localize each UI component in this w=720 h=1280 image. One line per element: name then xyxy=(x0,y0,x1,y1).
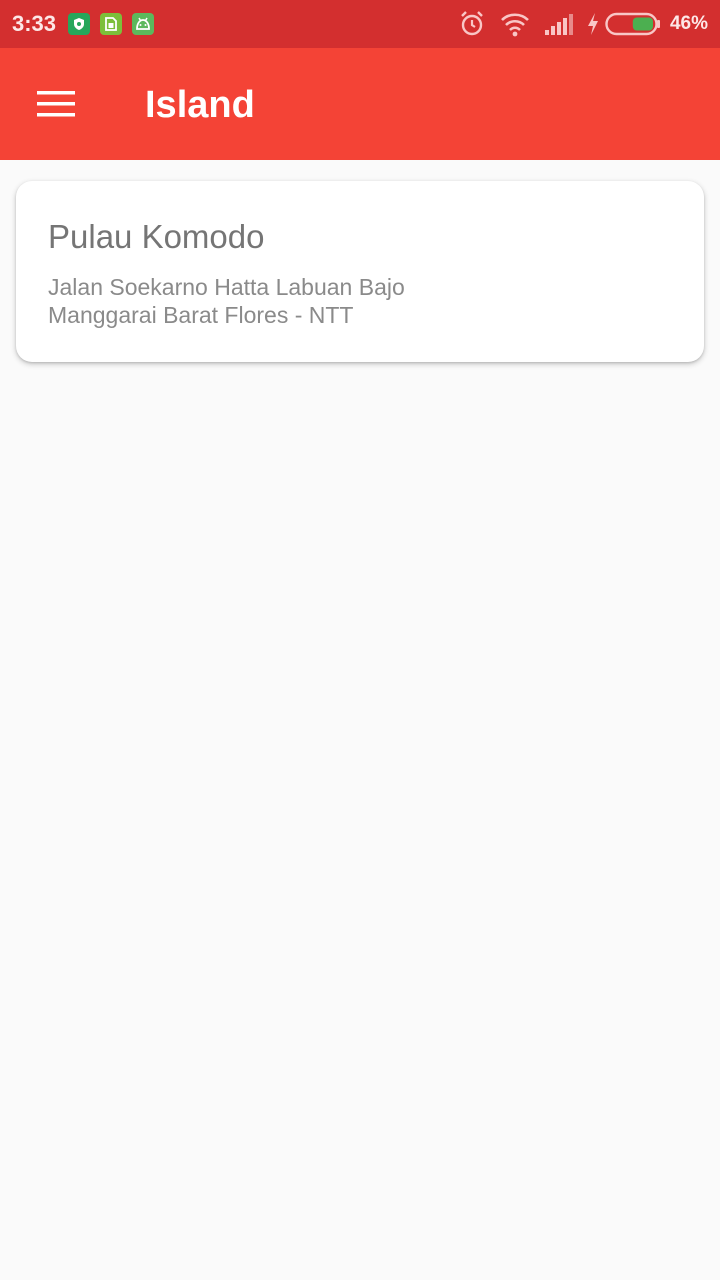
battery-icon xyxy=(605,12,661,41)
charging-icon xyxy=(586,10,600,43)
app-bar: Island xyxy=(0,48,720,160)
battery-percent: 46% xyxy=(669,13,708,34)
shield-app-icon xyxy=(68,13,90,35)
island-name: Pulau Komodo xyxy=(48,218,265,255)
status-bar: 3:33 46% xyxy=(0,0,720,48)
menu-button[interactable] xyxy=(20,68,92,140)
island-card[interactable]: Pulau Komodo Jalan Soekarno Hatta Labuan… xyxy=(16,181,704,362)
alarm-icon xyxy=(458,10,486,43)
android-icon xyxy=(132,13,154,35)
island-address-line-2: Manggarai Barat Flores - NTT xyxy=(48,302,354,328)
page-title: Island xyxy=(145,84,255,126)
hamburger-menu-icon xyxy=(37,91,75,117)
wifi-icon xyxy=(500,10,530,43)
sim-card-icon xyxy=(100,13,122,35)
status-time: 3:33 xyxy=(12,11,57,36)
signal-icon xyxy=(543,10,575,43)
island-address-line-1: Jalan Soekarno Hatta Labuan Bajo xyxy=(48,274,405,300)
